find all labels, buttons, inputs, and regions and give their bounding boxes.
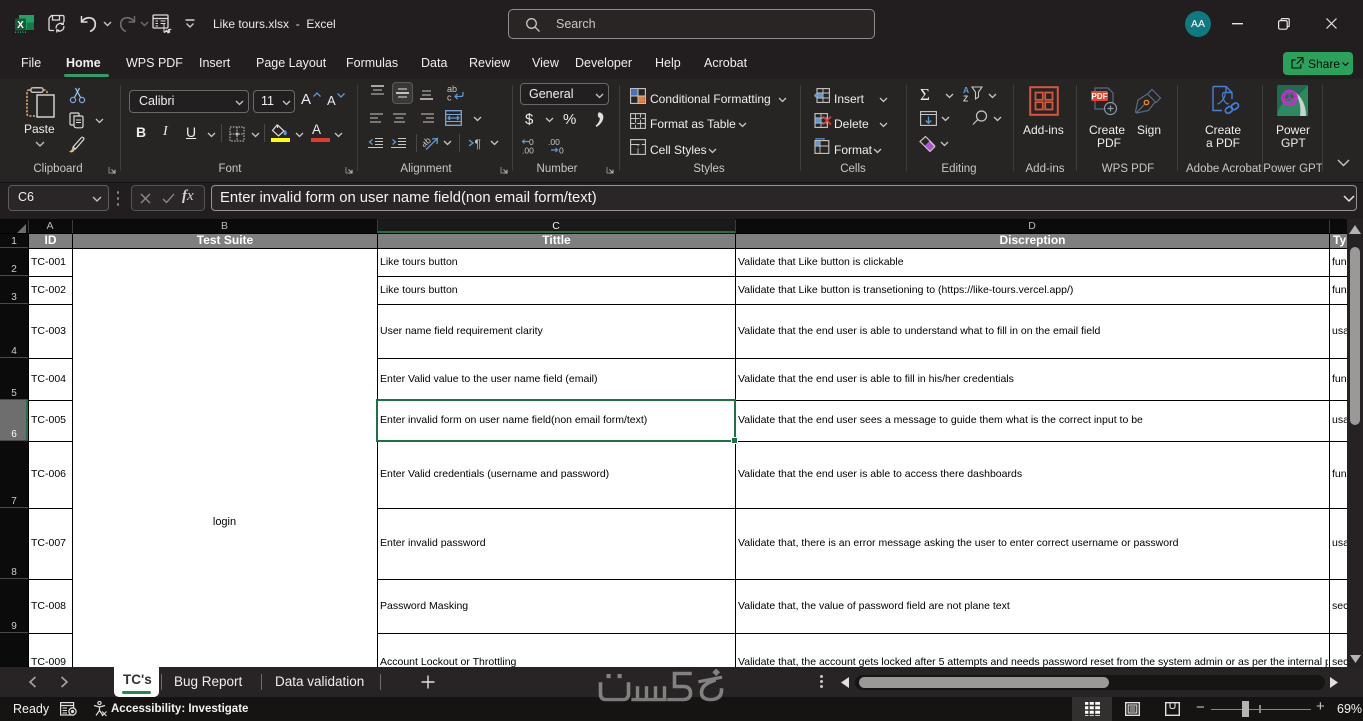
svg-text:X: X [17, 20, 24, 31]
svg-text:Z: Z [963, 94, 968, 103]
svg-text:PDF: PDF [1092, 92, 1108, 101]
svg-text:0: 0 [559, 146, 564, 155]
svg-text:.00: .00 [522, 146, 534, 155]
svg-text:¶: ¶ [475, 137, 481, 150]
svg-text:c: c [447, 93, 452, 102]
